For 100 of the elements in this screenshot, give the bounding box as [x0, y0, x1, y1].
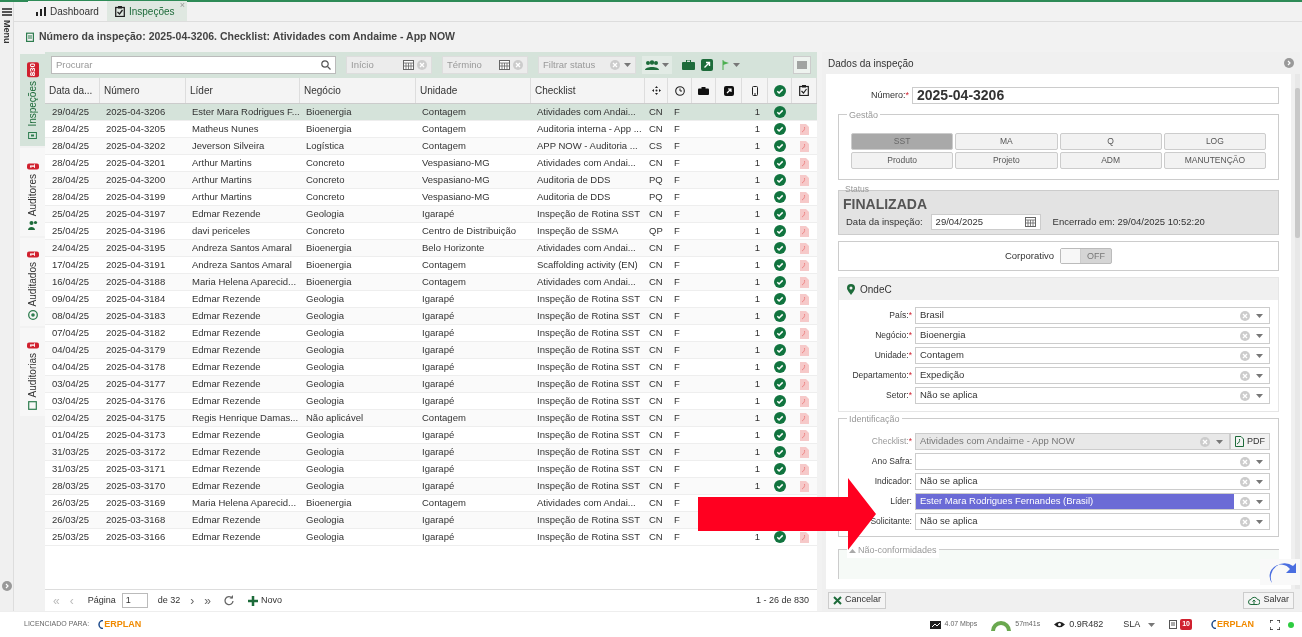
caret-icon[interactable] — [1256, 519, 1263, 524]
clear-icon[interactable] — [1240, 516, 1250, 527]
column-header[interactable]: Número — [100, 78, 186, 103]
calendar-icon[interactable] — [403, 60, 414, 70]
pdf-icon[interactable] — [800, 378, 809, 390]
management-button[interactable]: ADM — [1059, 152, 1162, 169]
pdf-icon[interactable] — [800, 293, 809, 305]
caret-icon[interactable] — [1256, 459, 1263, 464]
pdf-icon[interactable] — [800, 310, 809, 322]
column-header[interactable]: Data da... — [45, 78, 100, 103]
management-button[interactable]: MANUTENÇÃO — [1163, 152, 1266, 169]
pdf-icon[interactable] — [800, 140, 809, 152]
column-header[interactable]: Checklist — [531, 78, 645, 103]
select-field[interactable]: Não se aplica — [915, 387, 1270, 404]
clear-icon[interactable] — [417, 60, 427, 70]
clear-icon[interactable] — [1240, 496, 1250, 507]
pdf-icon[interactable] — [800, 446, 809, 458]
caret-icon[interactable] — [1256, 333, 1263, 338]
save-button[interactable]: Salvar — [1243, 591, 1294, 609]
tab[interactable]: Inspeções × — [106, 1, 187, 21]
side-tab[interactable]: Auditores 1 — [20, 148, 45, 236]
pdf-icon[interactable] — [800, 276, 809, 288]
side-tab[interactable]: Auditorias 1 — [20, 328, 45, 416]
pdf-icon[interactable] — [800, 429, 809, 441]
management-button[interactable]: Q — [1059, 133, 1162, 150]
pdf-icon[interactable] — [800, 327, 809, 339]
date-field[interactable]: 29/04/2025 — [930, 214, 1041, 230]
pdf-icon[interactable] — [800, 157, 809, 169]
pdf-icon[interactable] — [800, 395, 809, 407]
open-external-icon[interactable] — [701, 59, 713, 71]
management-button[interactable]: Produto — [851, 152, 954, 169]
pdf-icon[interactable] — [800, 361, 809, 373]
expand-icon[interactable] — [1, 581, 12, 591]
collapse-icon[interactable] — [849, 548, 856, 553]
select-field[interactable]: Contagem — [915, 347, 1270, 364]
calendar-icon[interactable] — [1024, 217, 1036, 227]
page-input[interactable]: 1 — [121, 593, 148, 608]
next-page-button[interactable]: › — [190, 591, 195, 610]
caret-icon[interactable] — [1256, 393, 1263, 398]
menu-icon[interactable] — [1, 8, 12, 16]
cancel-button[interactable]: Cancelar — [828, 591, 887, 609]
clear-icon[interactable] — [1240, 350, 1250, 361]
scrollbar-thumb[interactable] — [1295, 88, 1300, 238]
clear-icon[interactable] — [1240, 310, 1250, 321]
clear-icon[interactable] — [1240, 330, 1250, 341]
caret-icon[interactable] — [624, 63, 631, 67]
number-field[interactable]: 2025-04-3206 — [912, 87, 1279, 104]
sla-dropdown[interactable]: SLA — [1123, 617, 1156, 632]
pdf-icon[interactable] — [800, 480, 809, 492]
select-field[interactable]: Não se aplica — [915, 473, 1270, 490]
pdf-icon[interactable] — [800, 225, 809, 237]
caret-icon[interactable] — [1148, 622, 1156, 627]
columns-menu-button[interactable] — [793, 56, 811, 74]
select-field[interactable]: Ester Mara Rodrigues Fernandes (Brasil) — [915, 493, 1270, 510]
select-field[interactable]: Bioenergia — [915, 327, 1270, 344]
management-button[interactable]: Projeto — [955, 152, 1058, 169]
caret-icon[interactable] — [1256, 499, 1263, 504]
pdf-icon[interactable] — [800, 412, 809, 424]
clear-icon[interactable] — [610, 60, 620, 70]
pdf-icon[interactable] — [800, 463, 809, 475]
calendar-icon[interactable] — [499, 60, 510, 70]
caret-icon[interactable] — [733, 63, 740, 67]
caret-icon[interactable] — [1256, 373, 1263, 378]
clear-icon[interactable] — [1240, 476, 1250, 487]
pdf-icon[interactable] — [800, 191, 809, 203]
new-button[interactable]: Novo — [247, 593, 282, 608]
side-tab[interactable]: Inspeções 830 — [20, 54, 45, 146]
group-dropdown[interactable] — [642, 56, 672, 74]
pdf-icon[interactable] — [800, 259, 809, 271]
caret-icon[interactable] — [1256, 479, 1263, 484]
pdf-icon[interactable] — [800, 242, 809, 254]
search-icon[interactable] — [321, 60, 331, 70]
clear-icon[interactable] — [513, 60, 523, 70]
column-header[interactable]: Unidade — [416, 78, 531, 103]
pdf-icon[interactable] — [800, 123, 809, 135]
briefcase-icon[interactable] — [682, 60, 695, 70]
column-header[interactable]: Negócio — [300, 78, 416, 103]
clear-icon[interactable] — [1240, 390, 1250, 401]
pdf-icon[interactable] — [800, 208, 809, 220]
last-page-button[interactable]: » — [204, 591, 211, 610]
expand-icon[interactable] — [1284, 58, 1294, 68]
refresh-icon[interactable] — [222, 595, 234, 606]
management-button[interactable]: LOG — [1163, 133, 1266, 150]
side-tab[interactable]: Auditados 1 — [20, 238, 45, 326]
menu-label[interactable]: Menu — [0, 20, 14, 44]
clear-icon[interactable] — [1240, 456, 1250, 467]
select-field[interactable]: Brasil — [915, 307, 1270, 324]
caret-icon[interactable] — [1256, 313, 1263, 318]
select-field[interactable]: Expedição — [915, 367, 1270, 384]
caret-icon[interactable] — [1256, 353, 1263, 358]
caret-icon[interactable] — [662, 63, 669, 67]
select-field[interactable] — [915, 453, 1270, 470]
pdf-icon[interactable] — [800, 531, 809, 543]
fullscreen-icon[interactable] — [1270, 619, 1280, 630]
pdf-icon[interactable] — [800, 174, 809, 186]
select-field[interactable]: Não se aplica — [915, 513, 1270, 530]
clear-icon[interactable] — [1240, 370, 1250, 381]
column-header[interactable]: Líder — [186, 78, 300, 103]
management-button[interactable]: MA — [955, 133, 1058, 150]
pdf-icon[interactable] — [800, 344, 809, 356]
